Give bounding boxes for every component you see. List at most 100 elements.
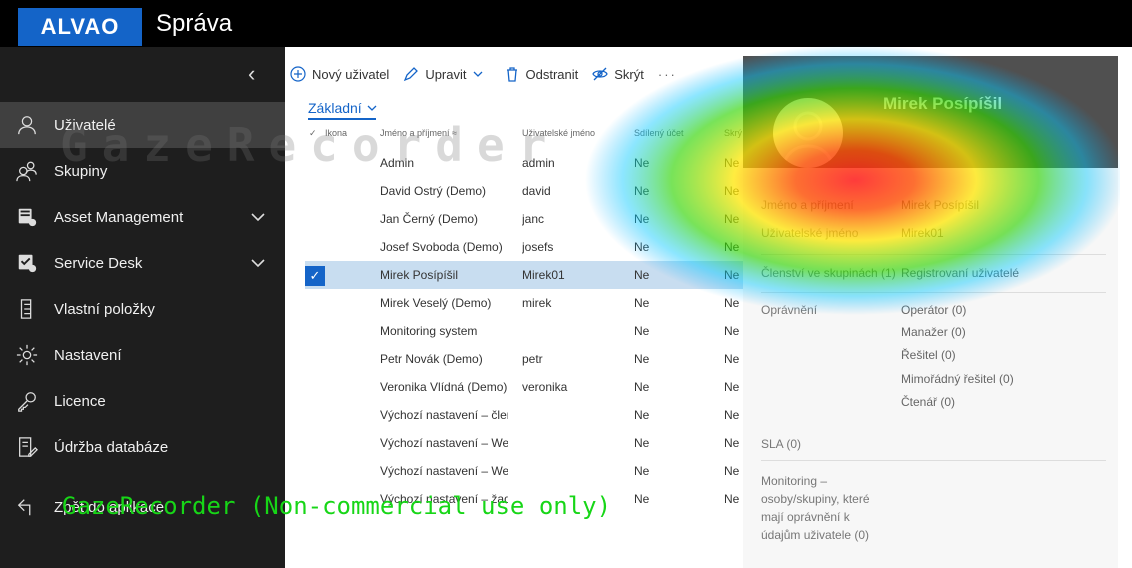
table-row[interactable]: Výchozí nastavení – člen Ne Ne	[305, 401, 743, 429]
cell-hidden: Ne	[724, 324, 740, 338]
avatar	[773, 98, 843, 168]
field-label-username: Uživatelské jméno	[761, 226, 859, 240]
monitoring-line-4[interactable]: údajům uživatele (0)	[761, 528, 869, 542]
cell-shared: Ne	[634, 352, 650, 366]
sidebar-item-custom-items[interactable]: Vlastní položky	[0, 286, 285, 332]
table-row[interactable]: Výchozí nastavení – Wel Ne Ne	[305, 429, 743, 457]
hide-button[interactable]: Skrýt	[592, 66, 644, 82]
sidebar-item-label: Vlastní položky	[54, 300, 155, 318]
cell-shared: Ne	[634, 492, 650, 506]
cell-username: veronika	[522, 380, 568, 394]
chevron-down-icon	[473, 71, 482, 77]
sidebar-item-service-desk[interactable]: Service Desk	[0, 240, 285, 286]
cell-hidden: Ne	[724, 436, 740, 450]
watermark-bottom: GazeRecorder (Non-commercial use only)	[62, 492, 612, 520]
more-options-icon[interactable]: ···	[658, 67, 677, 82]
table-row[interactable]: Petr Novák (Demo) petr Ne Ne	[305, 345, 743, 373]
table-row[interactable]: David Ostrý (Demo) david Ne Ne	[305, 177, 743, 205]
cell-shared: Ne	[634, 436, 650, 450]
row-checkbox-checked[interactable]: ✓	[305, 266, 325, 286]
cell-name: Mirek Posípíšil	[380, 268, 459, 282]
permission-extra-solver[interactable]: Mimořádný řešitel (0)	[901, 372, 1014, 386]
cell-hidden: Ne	[724, 380, 740, 394]
chevron-down-icon[interactable]	[249, 208, 267, 226]
sla-link[interactable]: SLA (0)	[761, 437, 801, 451]
cell-name: Mirek Veselý (Demo)	[380, 296, 492, 310]
cell-username: david	[522, 184, 551, 198]
field-value-groups[interactable]: Registrovaní uživatelé	[901, 266, 1019, 280]
cell-hidden: Ne	[724, 492, 740, 506]
toolbar: Nový uživatel Upravit Odstranit Skrýt ··…	[290, 64, 677, 84]
user-avatar-icon	[781, 111, 835, 168]
divider	[761, 254, 1106, 255]
trash-icon	[506, 67, 517, 82]
field-value-username: Mirek01	[901, 226, 944, 240]
cell-hidden: Ne	[724, 240, 740, 254]
table-row[interactable]: Josef Svoboda (Demo) josefs Ne Ne	[305, 233, 743, 261]
chevron-down-icon[interactable]	[249, 254, 267, 272]
column-header-hidden[interactable]: Skrý	[724, 128, 742, 138]
eye-off-icon	[592, 67, 608, 81]
sidebar-item-license[interactable]: Licence	[0, 378, 285, 424]
cell-name: Výchozí nastavení – Wel	[380, 436, 508, 450]
group-icon	[0, 160, 54, 182]
sidebar-item-asset-management[interactable]: Asset Management	[0, 194, 285, 240]
view-selector[interactable]: Základní	[308, 100, 378, 120]
new-user-button[interactable]: Nový uživatel	[290, 66, 389, 82]
sidebar-item-settings[interactable]: Nastavení	[0, 332, 285, 378]
field-value-full-name: Mirek Posípíšil	[901, 198, 980, 212]
monitoring-line-3[interactable]: mají oprávnění k	[761, 510, 850, 524]
sidebar-item-label: Nastavení	[54, 346, 122, 364]
hide-label: Skrýt	[614, 66, 644, 82]
edit-button[interactable]: Upravit	[403, 66, 489, 82]
column-header-shared[interactable]: Sdílený účet	[634, 128, 684, 138]
cell-hidden: Ne	[724, 464, 740, 478]
cell-name: Monitoring system	[380, 324, 478, 338]
table-row[interactable]: Veronika Vlídná (Demo) veronika Ne Ne	[305, 373, 743, 401]
cell-hidden: Ne	[724, 352, 740, 366]
app-title: Správa	[156, 10, 233, 37]
sidebar-item-database-maintenance[interactable]: Údržba databáze	[0, 424, 285, 470]
watermark-top: GazeRecorder	[60, 118, 561, 172]
new-user-label: Nový uživatel	[312, 66, 390, 82]
cell-hidden: Ne	[724, 268, 740, 282]
permission-reader[interactable]: Čtenář (0)	[901, 395, 955, 409]
collapse-sidebar-icon[interactable]: ‹	[248, 61, 255, 87]
permission-manager[interactable]: Manažer (0)	[901, 325, 966, 339]
edit-label: Upravit	[425, 66, 467, 82]
pencil-icon	[404, 67, 419, 82]
monitoring-line-2[interactable]: osoby/skupiny, které	[761, 492, 870, 506]
delete-button[interactable]: Odstranit	[504, 66, 579, 82]
detail-header: Mirek Posípíšil	[743, 56, 1118, 168]
permission-operator[interactable]: Operátor (0)	[901, 303, 966, 317]
cell-shared: Ne	[634, 268, 650, 282]
cell-hidden: Ne	[724, 156, 740, 170]
table-row[interactable]: Monitoring system Ne Ne	[305, 317, 743, 345]
table-row[interactable]: ✓ Mirek Posípíšil Mirek01 Ne Ne	[305, 261, 743, 289]
table-row[interactable]: Mirek Veselý (Demo) mirek Ne Ne	[305, 289, 743, 317]
delete-label: Odstranit	[525, 66, 579, 82]
user-icon	[0, 114, 54, 136]
table-row[interactable]: Výchozí nastavení – Wel Ne Ne	[305, 457, 743, 485]
cell-username: josefs	[522, 240, 554, 254]
cell-name: Výchozí nastavení – Wel	[380, 464, 508, 478]
chevron-down-icon	[367, 105, 377, 111]
cell-name: Petr Novák (Demo)	[380, 352, 483, 366]
cell-hidden: Ne	[724, 408, 740, 422]
cell-shared: Ne	[634, 240, 650, 254]
cell-name: David Ostrý (Demo)	[380, 184, 487, 198]
custom-items-icon	[0, 298, 54, 320]
user-detail-panel: Mirek Posípíšil Jméno a příjmení Mirek P…	[743, 56, 1118, 568]
cell-name: Jan Černý (Demo)	[380, 212, 479, 226]
cell-username: Mirek01	[522, 268, 565, 282]
cell-username: mirek	[522, 296, 552, 310]
cell-shared: Ne	[634, 156, 650, 170]
monitoring-line-1[interactable]: Monitoring –	[761, 474, 827, 488]
cell-shared: Ne	[634, 324, 650, 338]
cell-shared: Ne	[634, 184, 650, 198]
table-row[interactable]: Jan Černý (Demo) janc Ne Ne	[305, 205, 743, 233]
view-selector-label: Základní	[308, 100, 362, 116]
alvao-logo[interactable]: ALVAO	[18, 8, 142, 46]
permission-solver[interactable]: Řešitel (0)	[901, 348, 956, 362]
cell-shared: Ne	[634, 408, 650, 422]
